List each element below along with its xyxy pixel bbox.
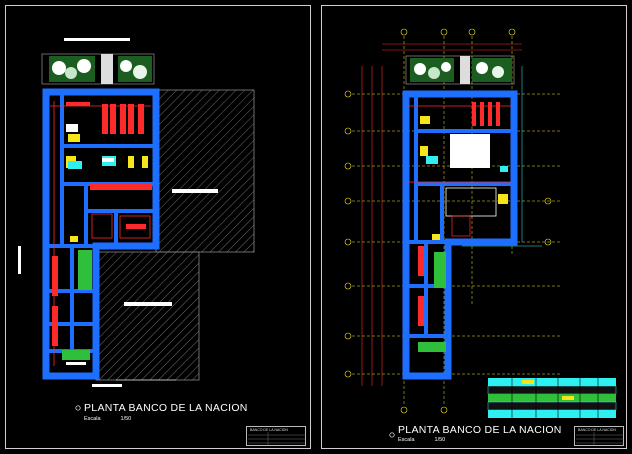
scale-value: 1/50 <box>434 437 446 443</box>
title-block: BANCO DE LA NACION <box>574 426 624 446</box>
schedule-table <box>487 378 617 418</box>
top-label-bar <box>64 38 130 41</box>
drawing-title: PLANTA BANCO DE LA NACION <box>84 402 248 414</box>
section-marker-icon <box>75 405 81 411</box>
hatched-lot-upper <box>155 89 255 253</box>
title-block: BANCO DE LA NACION <box>246 426 306 446</box>
section-marker-icon <box>389 432 395 438</box>
scale-label: Escala <box>84 416 101 422</box>
scale-row: Escala 1/50 <box>398 437 445 443</box>
white-room <box>450 134 490 168</box>
floor-plan-right <box>344 28 617 438</box>
green-area-1 <box>78 250 92 290</box>
floor-plan-left <box>18 38 255 411</box>
drawing-sheet-left: PLANTA BANCO DE LA NACION Escala 1/50 BAN… <box>5 5 311 449</box>
scale-value: 1/50 <box>120 416 132 422</box>
scale-row: Escala 1/50 <box>84 416 131 422</box>
drawing-title: PLANTA BANCO DE LA NACION <box>398 424 562 436</box>
scale-label: Escala <box>398 437 415 443</box>
green-area-2 <box>62 350 90 360</box>
hatched-lot-lower <box>95 251 200 381</box>
drawing-sheet-right: PLANTA BANCO DE LA NACION Escala 1/50 BAN… <box>321 5 627 449</box>
